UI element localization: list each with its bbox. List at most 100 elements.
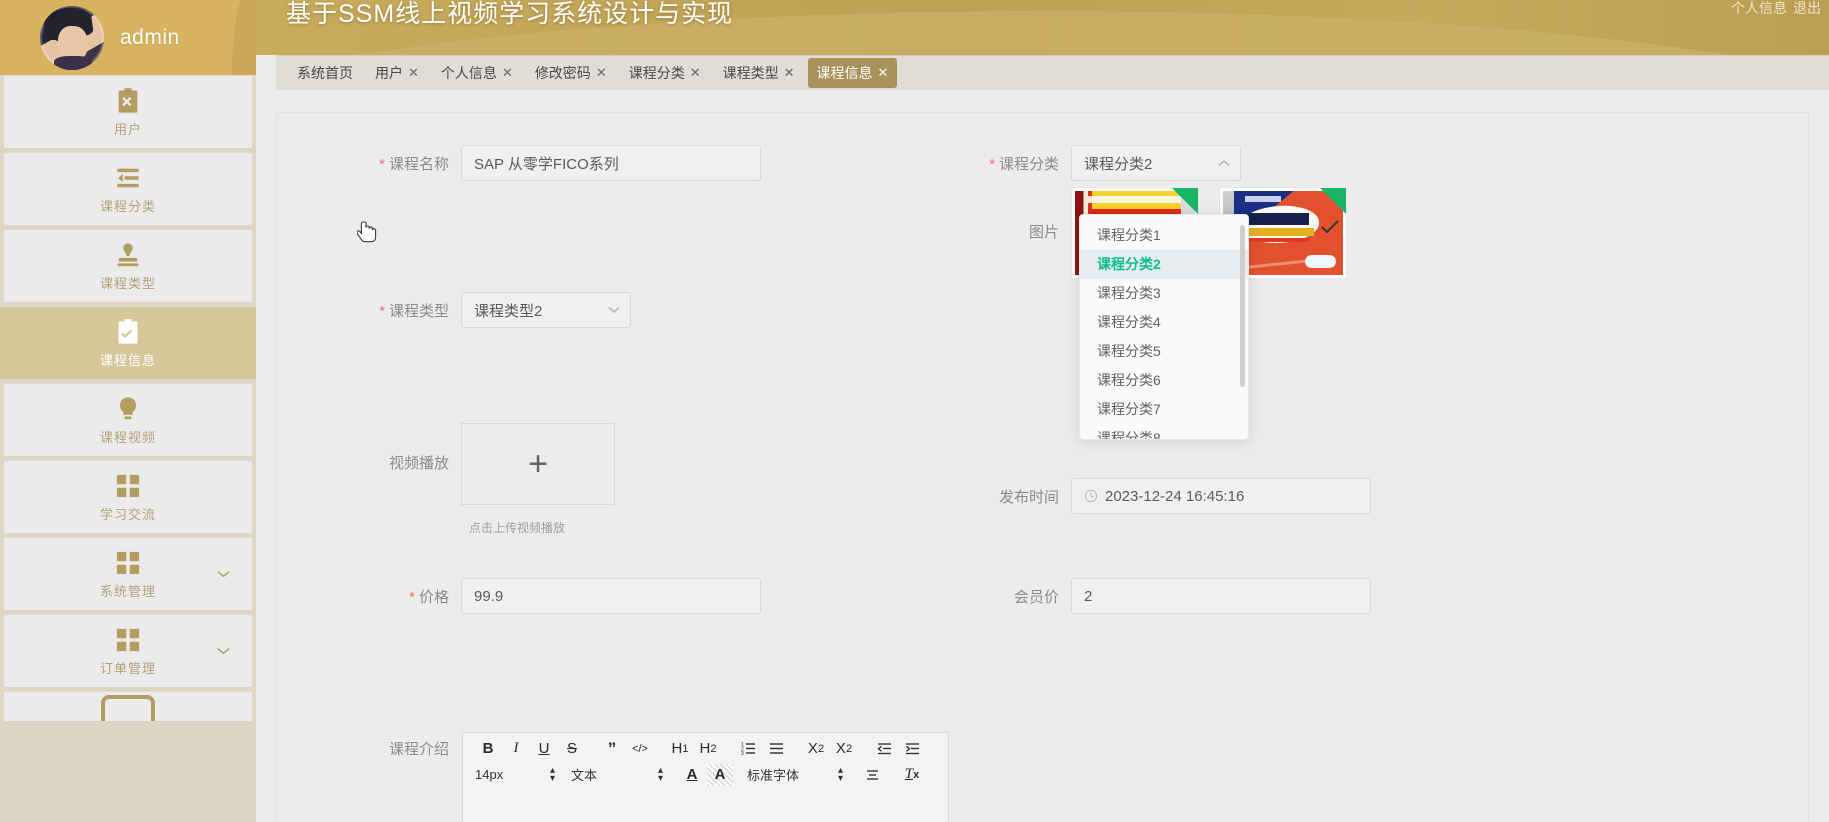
align-button[interactable] [859,764,885,786]
stamp-icon [117,242,139,266]
sidebar-item-label: 课程信息 [99,352,156,368]
sidebar-item-label: 用户 [113,121,142,137]
video-upload-button[interactable]: + [461,423,615,505]
tab-home[interactable]: 系统首页 [288,58,362,88]
tab-label: 用户 [375,65,403,81]
field-publish-time: 发布时间 2023-12-24 16:45:16 [967,478,1371,514]
tab-label: 个人信息 [440,65,497,81]
sidebar-item-course-category[interactable]: 课程分类 [4,152,252,225]
outdent-button[interactable] [871,738,897,760]
selected-corner-icon [1172,188,1198,214]
sidebar-item-order-management[interactable]: 订单管理 [4,614,252,687]
superscript-button[interactable]: X2 [831,738,857,760]
field-label: * 课程名称 [379,155,449,173]
tab-label: 系统首页 [297,65,353,81]
sidebar-item-course-info[interactable]: 课程信息 [0,306,256,379]
dropdown-option[interactable]: 课程分类4 [1080,308,1248,337]
bold-button[interactable]: B [475,738,501,760]
italic-button[interactable]: I [503,738,529,760]
bullet-list-button[interactable] [763,738,789,760]
dropdown-option[interactable]: 课程分类1 [1080,221,1248,250]
svg-text:3: 3 [741,751,744,755]
dropdown-option[interactable]: 课程分类5 [1080,337,1248,366]
sidebar-item-study-exchange[interactable]: 学习交流 [4,460,252,533]
list-collapse-icon [117,168,139,187]
code-button[interactable]: </> [627,738,653,760]
course-category-value: 课程分类2 [1084,155,1153,173]
tab-profile[interactable]: 个人信息 ✕ [432,58,522,88]
sidebar-item-label: 系统管理 [99,583,156,599]
strikethrough-button[interactable]: S [559,738,585,760]
close-icon[interactable]: ✕ [784,65,795,81]
sidebar-item-system-management[interactable]: 系统管理 [4,537,252,610]
close-icon[interactable]: ✕ [690,65,701,81]
required-marker: * [379,302,385,320]
stepper-icon: ▴ ▾ [837,764,843,784]
course-name-input[interactable]: SAP 从零学FICO系列 [461,145,761,181]
field-label: 会员价 [1013,588,1059,606]
field-vip-price: 会员价 2 [967,578,1371,614]
publish-time-input[interactable]: 2023-12-24 16:45:16 [1071,478,1371,514]
heading-2-button[interactable]: H2 [695,738,721,760]
clipboard-check-icon [118,318,138,344]
dropdown-option[interactable]: 课程分类2 [1080,250,1248,279]
sidebar-item-course-type[interactable]: 课程类型 [4,229,252,302]
field-price: * 价格 99.9 [357,578,761,614]
course-form-card: *课程名称 SAP 从零学FICO系列 *课程类型 课程类型2 视频播放 + [276,112,1809,822]
clear-format-button[interactable]: Tx [899,764,925,786]
course-type-select[interactable]: 课程类型2 [461,292,631,328]
subscript-button[interactable]: X2 [803,738,829,760]
font-color-button[interactable]: A [679,764,705,786]
logout-link[interactable]: 退出 [1793,0,1821,18]
field-course-name: * 课程名称 SAP 从零学FICO系列 [357,145,761,181]
field-label: 课程介绍 [388,741,449,758]
clipboard-x-icon [118,87,138,113]
grid-icon [116,628,140,651]
dropdown-scrollbar[interactable] [1240,225,1245,387]
sidebar-item-next-partial[interactable] [4,691,252,721]
dropdown-option-list: 课程分类1 课程分类2 课程分类3 课程分类4 课程分类5 课程分类6 课程分类… [1080,215,1248,439]
sidebar-item-course-video[interactable]: 课程视频 [4,383,252,456]
font-size-select[interactable]: 14px ▴ ▾ [475,764,559,786]
close-icon[interactable]: ✕ [596,65,607,81]
tab-course-type[interactable]: 课程类型 ✕ [714,58,804,88]
dropdown-option[interactable]: 课程分类7 [1080,395,1248,424]
heading-1-button[interactable]: H1 [667,738,693,760]
tab-label: 课程分类 [628,65,685,81]
price-input[interactable]: 99.9 [461,578,761,614]
text-style-select[interactable]: 文本 ▴ ▾ [571,764,667,786]
font-size-value: 14px [475,767,504,782]
sidebar-item-users[interactable]: 用户 [4,75,252,148]
sidebar-user-block[interactable]: admin [0,0,256,75]
close-icon[interactable]: ✕ [878,65,889,81]
required-marker: * [379,155,385,173]
course-category-select[interactable]: 课程分类2 [1071,145,1241,181]
required-marker: * [989,155,995,173]
grid-icon [116,474,140,497]
underline-button[interactable]: U [531,738,557,760]
dropdown-option[interactable]: 课程分类6 [1080,366,1248,395]
tab-course-category[interactable]: 课程分类 ✕ [620,58,710,88]
vip-price-input[interactable]: 2 [1071,578,1371,614]
dropdown-option[interactable]: 课程分类3 [1080,279,1248,308]
field-label: 发布时间 [998,488,1059,506]
sidebar: admin 用户 课程分类 课程类型 课程信息 课程视频 学习交流 系统管理 订… [0,0,256,822]
close-icon[interactable]: ✕ [502,65,513,81]
partial-icon [101,695,155,721]
tab-course-info[interactable]: 课程信息 ✕ [807,58,898,88]
user-name: admin [120,25,180,49]
lightbulb-icon [119,396,137,419]
video-upload-hint: 点击上传视频播放 [469,521,566,535]
ordered-list-button[interactable]: 123 [735,738,761,760]
dropdown-option[interactable]: 课程分类8 [1080,424,1248,439]
grid-icon [116,551,140,574]
close-icon[interactable]: ✕ [408,65,419,81]
tab-users[interactable]: 用户 ✕ [366,58,428,88]
page-title: 基于SSM线上视频学习系统设计与实现 [286,0,734,28]
tab-change-password[interactable]: 修改密码 ✕ [526,58,616,88]
font-family-select[interactable]: 标准字体 ▴ ▾ [747,764,847,786]
blockquote-button[interactable]: ” [599,738,625,760]
profile-link[interactable]: 个人信息 [1731,0,1787,18]
background-color-button[interactable]: A [707,763,733,786]
indent-button[interactable] [899,738,925,760]
